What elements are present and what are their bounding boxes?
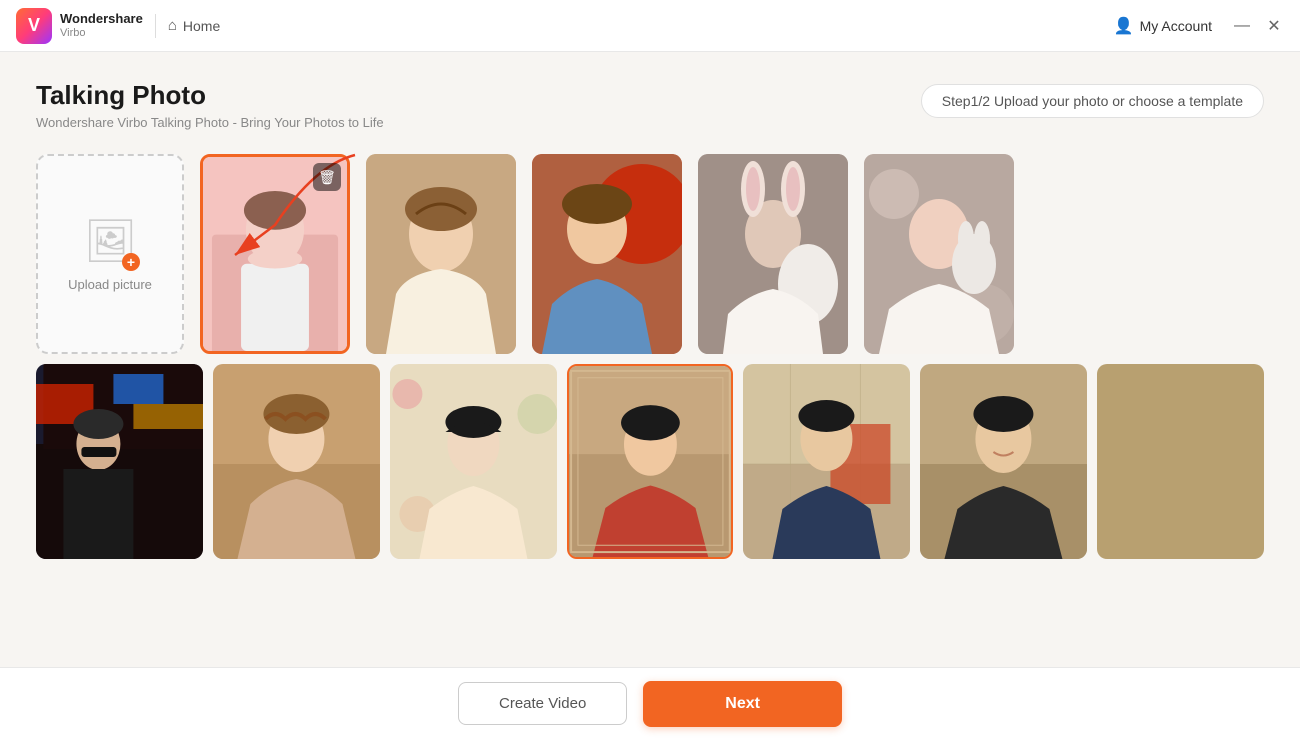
upload-label: Upload picture	[68, 277, 152, 292]
photo-card-7[interactable]	[36, 364, 203, 559]
next-button[interactable]: Next	[643, 681, 842, 727]
photo-svg-8	[213, 364, 380, 559]
page-header: Talking Photo Wondershare Virbo Talking …	[36, 80, 1264, 130]
photo-svg-12	[920, 364, 1087, 559]
photo-card-11[interactable]	[743, 364, 910, 559]
upload-icon-wrap: 🖼 +	[84, 217, 136, 269]
photo-svg-9	[390, 364, 557, 559]
upload-plus-icon: +	[122, 253, 140, 271]
titlebar-right: 👤 My Account — ✕	[1114, 16, 1284, 36]
photo-svg-7	[36, 364, 203, 559]
window-controls: — ✕	[1232, 16, 1284, 36]
photo-svg-11	[743, 364, 910, 559]
account-button[interactable]: 👤 My Account	[1114, 16, 1212, 36]
bottom-bar: Create Video Next	[0, 667, 1300, 739]
photo-card-12[interactable]	[920, 364, 1087, 559]
page-title: Talking Photo	[36, 80, 384, 111]
step-indicator: Step1/2 Upload your photo or choose a te…	[921, 84, 1264, 118]
photo-svg-3	[532, 154, 682, 354]
photo-grid-row1: 🖼 + Upload picture 🗑	[36, 154, 1264, 354]
photo-grid-row2	[36, 364, 1264, 559]
logo-sub: Virbo	[60, 27, 143, 39]
account-icon: 👤	[1114, 16, 1134, 36]
delete-button[interactable]: 🗑	[313, 163, 341, 191]
main-content: Talking Photo Wondershare Virbo Talking …	[0, 52, 1300, 559]
photo-card-2[interactable]	[366, 154, 516, 354]
titlebar-divider	[155, 14, 156, 38]
upload-box[interactable]: 🖼 + Upload picture	[36, 154, 184, 354]
photo-svg-5	[864, 154, 1014, 354]
close-button[interactable]: ✕	[1264, 16, 1284, 36]
home-icon: ⌂	[168, 17, 177, 34]
photo-card-13[interactable]	[1097, 364, 1264, 559]
home-label: Home	[183, 18, 220, 34]
photo-card-10[interactable]	[567, 364, 734, 559]
titlebar: V Wondershare Virbo ⌂ Home 👤 My Account …	[0, 0, 1300, 52]
minimize-button[interactable]: —	[1232, 17, 1252, 35]
page-title-area: Talking Photo Wondershare Virbo Talking …	[36, 80, 384, 130]
photo-card-8[interactable]	[213, 364, 380, 559]
photo-svg-2	[366, 154, 516, 354]
page-subtitle: Wondershare Virbo Talking Photo - Bring …	[36, 115, 384, 130]
photo-card-4[interactable]	[698, 154, 848, 354]
photo-card-3[interactable]	[532, 154, 682, 354]
logo: V Wondershare Virbo	[16, 8, 143, 44]
photo-card-9[interactable]	[390, 364, 557, 559]
account-label: My Account	[1140, 18, 1212, 34]
logo-name: Wondershare	[60, 12, 143, 26]
logo-text: Wondershare Virbo	[60, 12, 143, 38]
photo-card-selected[interactable]: 🗑	[200, 154, 350, 354]
titlebar-left: V Wondershare Virbo ⌂ Home	[16, 8, 220, 44]
logo-icon: V	[16, 8, 52, 44]
photo-svg-10	[569, 366, 732, 557]
create-video-button[interactable]: Create Video	[458, 682, 627, 725]
home-link[interactable]: ⌂ Home	[168, 17, 220, 34]
photo-svg-4	[698, 154, 848, 354]
photo-card-5[interactable]	[864, 154, 1014, 354]
